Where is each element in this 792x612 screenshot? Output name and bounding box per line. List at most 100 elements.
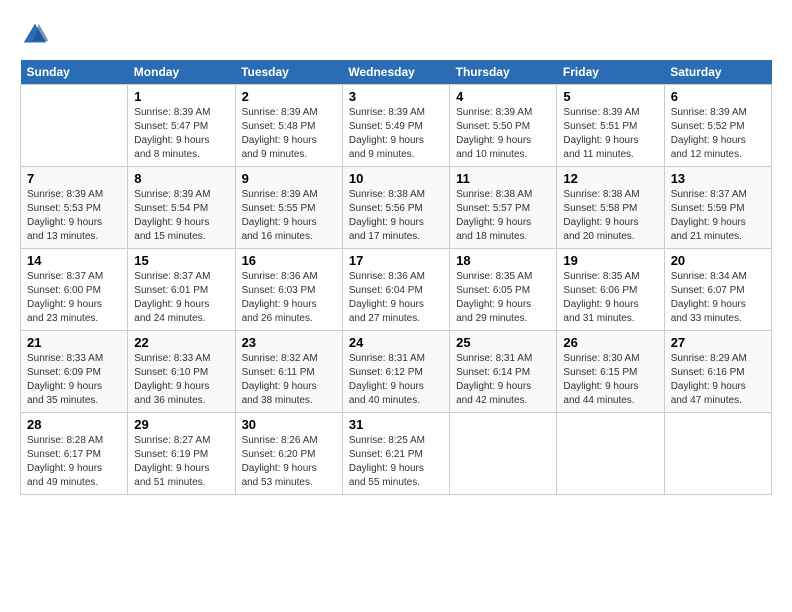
day-info: Sunrise: 8:38 AMSunset: 5:58 PMDaylight:…	[563, 188, 657, 244]
day-number: 2	[242, 89, 336, 104]
day-info: Sunrise: 8:34 AMSunset: 6:07 PMDaylight:…	[671, 270, 765, 326]
calendar-cell: 3 Sunrise: 8:39 AMSunset: 5:49 PMDaylight…	[342, 85, 449, 167]
day-info: Sunrise: 8:39 AMSunset: 5:54 PMDaylight:…	[134, 188, 228, 244]
calendar-cell	[557, 413, 664, 495]
calendar-cell: 21 Sunrise: 8:33 AMSunset: 6:09 PMDayligh…	[21, 331, 128, 413]
calendar-week: 7Sunrise: 8:39 AMSunset: 5:53 PMDaylight…	[21, 167, 772, 249]
day-info: Sunrise: 8:31 AMSunset: 6:14 PMDaylight:…	[456, 352, 550, 408]
day-info: Sunrise: 8:33 AMSunset: 6:10 PMDaylight:…	[134, 352, 228, 408]
day-number: 23	[242, 335, 336, 350]
day-info: Sunrise: 8:29 AMSunset: 6:16 PMDaylight:…	[671, 352, 765, 408]
header-row: SundayMondayTuesdayWednesdayThursdayFrid…	[21, 60, 772, 85]
day-info: Sunrise: 8:39 AMSunset: 5:52 PMDaylight:…	[671, 106, 765, 162]
day-number: 5	[563, 89, 657, 104]
weekday-header: Friday	[557, 60, 664, 85]
weekday-header: Tuesday	[235, 60, 342, 85]
calendar-cell: 12 Sunrise: 8:38 AMSunset: 5:58 PMDayligh…	[557, 167, 664, 249]
weekday-header: Saturday	[664, 60, 771, 85]
calendar-week: 28Sunrise: 8:28 AMSunset: 6:17 PMDayligh…	[21, 413, 772, 495]
day-info: Sunrise: 8:32 AMSunset: 6:11 PMDaylight:…	[242, 352, 336, 408]
day-info: Sunrise: 8:33 AMSunset: 6:09 PMDaylight:…	[27, 352, 121, 408]
day-number: 3	[349, 89, 443, 104]
day-number: 26	[563, 335, 657, 350]
day-info: Sunrise: 8:39 AMSunset: 5:47 PMDaylight:…	[134, 106, 228, 162]
calendar-cell: 10 Sunrise: 8:38 AMSunset: 5:56 PMDayligh…	[342, 167, 449, 249]
day-info: Sunrise: 8:37 AMSunset: 6:01 PMDaylight:…	[134, 270, 228, 326]
calendar-cell: 11Sunrise: 8:38 AMSunset: 5:57 PMDayligh…	[450, 167, 557, 249]
day-number: 16	[242, 253, 336, 268]
day-info: Sunrise: 8:25 AMSunset: 6:21 PMDaylight:…	[349, 434, 443, 490]
calendar-cell: 7Sunrise: 8:39 AMSunset: 5:53 PMDaylight…	[21, 167, 128, 249]
calendar-cell: 2 Sunrise: 8:39 AMSunset: 5:48 PMDaylight…	[235, 85, 342, 167]
calendar-week: 14 Sunrise: 8:37 AMSunset: 6:00 PMDayligh…	[21, 249, 772, 331]
calendar-week: 21 Sunrise: 8:33 AMSunset: 6:09 PMDayligh…	[21, 331, 772, 413]
day-info: Sunrise: 8:27 AMSunset: 6:19 PMDaylight:…	[134, 434, 228, 490]
day-info: Sunrise: 8:28 AMSunset: 6:17 PMDaylight:…	[27, 434, 121, 490]
day-info: Sunrise: 8:30 AMSunset: 6:15 PMDaylight:…	[563, 352, 657, 408]
calendar-cell: 20 Sunrise: 8:34 AMSunset: 6:07 PMDayligh…	[664, 249, 771, 331]
day-info: Sunrise: 8:39 AMSunset: 5:51 PMDaylight:…	[563, 106, 657, 162]
calendar-cell: 13 Sunrise: 8:37 AMSunset: 5:59 PMDayligh…	[664, 167, 771, 249]
day-number: 25	[456, 335, 550, 350]
calendar-cell: 29Sunrise: 8:27 AMSunset: 6:19 PMDayligh…	[128, 413, 235, 495]
day-number: 12	[563, 171, 657, 186]
calendar-body: 1 Sunrise: 8:39 AMSunset: 5:47 PMDaylight…	[21, 85, 772, 495]
calendar-week: 1 Sunrise: 8:39 AMSunset: 5:47 PMDaylight…	[21, 85, 772, 167]
day-number: 9	[242, 171, 336, 186]
calendar-cell: 14 Sunrise: 8:37 AMSunset: 6:00 PMDayligh…	[21, 249, 128, 331]
day-info: Sunrise: 8:38 AMSunset: 5:56 PMDaylight:…	[349, 188, 443, 244]
day-number: 24	[349, 335, 443, 350]
calendar-cell: 28Sunrise: 8:28 AMSunset: 6:17 PMDayligh…	[21, 413, 128, 495]
calendar-cell: 26 Sunrise: 8:30 AMSunset: 6:15 PMDayligh…	[557, 331, 664, 413]
page: SundayMondayTuesdayWednesdayThursdayFrid…	[0, 0, 792, 612]
day-info: Sunrise: 8:37 AMSunset: 5:59 PMDaylight:…	[671, 188, 765, 244]
day-info: Sunrise: 8:26 AMSunset: 6:20 PMDaylight:…	[242, 434, 336, 490]
day-number: 19	[563, 253, 657, 268]
day-number: 21	[27, 335, 121, 350]
weekday-header: Monday	[128, 60, 235, 85]
calendar-cell: 27 Sunrise: 8:29 AMSunset: 6:16 PMDayligh…	[664, 331, 771, 413]
day-number: 4	[456, 89, 550, 104]
day-info: Sunrise: 8:36 AMSunset: 6:04 PMDaylight:…	[349, 270, 443, 326]
calendar-cell	[21, 85, 128, 167]
day-info: Sunrise: 8:39 AMSunset: 5:50 PMDaylight:…	[456, 106, 550, 162]
day-number: 20	[671, 253, 765, 268]
day-info: Sunrise: 8:35 AMSunset: 6:05 PMDaylight:…	[456, 270, 550, 326]
calendar-cell: 9 Sunrise: 8:39 AMSunset: 5:55 PMDaylight…	[235, 167, 342, 249]
calendar-cell: 23 Sunrise: 8:32 AMSunset: 6:11 PMDayligh…	[235, 331, 342, 413]
calendar-cell: 8Sunrise: 8:39 AMSunset: 5:54 PMDaylight…	[128, 167, 235, 249]
calendar-cell	[450, 413, 557, 495]
day-number: 22	[134, 335, 228, 350]
day-number: 18	[456, 253, 550, 268]
calendar-table: SundayMondayTuesdayWednesdayThursdayFrid…	[20, 60, 772, 495]
day-info: Sunrise: 8:37 AMSunset: 6:00 PMDaylight:…	[27, 270, 121, 326]
calendar-cell: 31Sunrise: 8:25 AMSunset: 6:21 PMDayligh…	[342, 413, 449, 495]
day-info: Sunrise: 8:39 AMSunset: 5:49 PMDaylight:…	[349, 106, 443, 162]
day-number: 10	[349, 171, 443, 186]
logo-icon	[20, 20, 50, 50]
weekday-header: Wednesday	[342, 60, 449, 85]
day-info: Sunrise: 8:39 AMSunset: 5:48 PMDaylight:…	[242, 106, 336, 162]
day-number: 13	[671, 171, 765, 186]
calendar-header: SundayMondayTuesdayWednesdayThursdayFrid…	[21, 60, 772, 85]
day-number: 15	[134, 253, 228, 268]
day-info: Sunrise: 8:39 AMSunset: 5:55 PMDaylight:…	[242, 188, 336, 244]
day-number: 11	[456, 171, 550, 186]
weekday-header: Sunday	[21, 60, 128, 85]
calendar-cell: 15 Sunrise: 8:37 AMSunset: 6:01 PMDayligh…	[128, 249, 235, 331]
day-number: 14	[27, 253, 121, 268]
day-info: Sunrise: 8:31 AMSunset: 6:12 PMDaylight:…	[349, 352, 443, 408]
day-number: 17	[349, 253, 443, 268]
calendar-cell	[664, 413, 771, 495]
header	[20, 20, 772, 50]
day-number: 27	[671, 335, 765, 350]
logo	[20, 20, 54, 50]
calendar-cell: 24 Sunrise: 8:31 AMSunset: 6:12 PMDayligh…	[342, 331, 449, 413]
day-number: 1	[134, 89, 228, 104]
day-info: Sunrise: 8:35 AMSunset: 6:06 PMDaylight:…	[563, 270, 657, 326]
weekday-header: Thursday	[450, 60, 557, 85]
day-info: Sunrise: 8:36 AMSunset: 6:03 PMDaylight:…	[242, 270, 336, 326]
calendar-cell: 22 Sunrise: 8:33 AMSunset: 6:10 PMDayligh…	[128, 331, 235, 413]
day-info: Sunrise: 8:39 AMSunset: 5:53 PMDaylight:…	[27, 188, 121, 244]
calendar-cell: 16 Sunrise: 8:36 AMSunset: 6:03 PMDayligh…	[235, 249, 342, 331]
